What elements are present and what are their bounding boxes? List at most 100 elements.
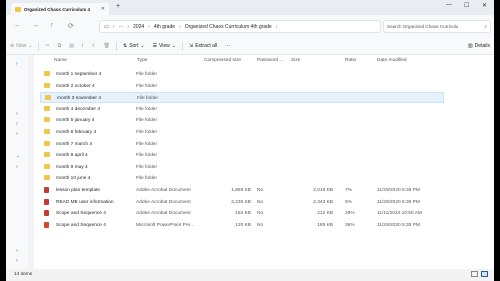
- file-compressed-size: 1,886 KB: [231, 188, 251, 193]
- cut-icon[interactable]: ✂: [41, 43, 53, 49]
- file-row[interactable]: month 4 december 4 File folder: [40, 104, 444, 115]
- chevron-right-icon[interactable]: ›: [16, 61, 18, 67]
- chevron-down-icon: ⌄: [140, 43, 145, 49]
- file-password: No: [257, 199, 264, 205]
- file-size: 212 KB: [317, 211, 333, 217]
- chevron-right-icon[interactable]: ›: [16, 248, 18, 254]
- file-password: No: [257, 222, 264, 228]
- address-row: ← → ↑ ⟳ ▭ › ··· › 2024 › 4th grade › Org…: [6, 15, 494, 38]
- file-name: month 10 june 4: [56, 176, 91, 182]
- column-header-ratio[interactable]: Ratio: [345, 58, 356, 68]
- file-date-modified: 11/29/2020 5:35 PM: [377, 222, 420, 228]
- tab-organized-chaos[interactable]: Organized Chaos Curriculum 4 ✕: [11, 3, 109, 15]
- sort-button[interactable]: ⇅ Sort ⌄: [119, 43, 149, 49]
- tab-title: Organized Chaos Curriculum 4: [24, 6, 91, 12]
- view-icon: ☰: [152, 43, 158, 49]
- file-row[interactable]: month 8 april 4 File folder: [40, 150, 444, 161]
- file-type: File folder: [136, 176, 158, 182]
- breadcrumb[interactable]: ▭ › ··· › 2024 › 4th grade › Organized C…: [99, 20, 381, 33]
- file-name: month 9 may 4: [56, 164, 88, 170]
- file-row[interactable]: READ ME user information Adobe Acrobat Do…: [40, 197, 444, 208]
- search-input[interactable]: Search Organized Chaos Curriculu ⌕: [383, 20, 491, 33]
- file-row[interactable]: Scope and Sequence 4 Adobe Acrobat Docume…: [40, 208, 444, 219]
- file-type: File folder: [136, 164, 158, 170]
- forward-button[interactable]: →: [32, 22, 39, 29]
- copy-icon[interactable]: ⧉: [54, 43, 66, 49]
- file-type: File folder: [136, 130, 158, 135]
- column-header-name[interactable]: Name: [54, 58, 67, 68]
- file-date-modified: 11/11/2024 10:50 AM: [377, 211, 422, 217]
- column-header-date-modified[interactable]: Date modified: [377, 58, 407, 68]
- breadcrumb-item-curriculum[interactable]: Organized Chaos Curriculum 4th grade: [185, 24, 272, 30]
- file-row[interactable]: month 3 november 4 File folder: [40, 92, 444, 104]
- file-password: No: [257, 188, 264, 193]
- file-name: month 4 december 4: [56, 106, 100, 112]
- file-type: File folder: [136, 83, 158, 89]
- minimize-button[interactable]: —: [446, 2, 452, 8]
- chevron-right-icon[interactable]: ›: [16, 164, 18, 170]
- new-tab-button[interactable]: +: [116, 3, 120, 10]
- rename-icon[interactable]: Ⅰ: [78, 43, 87, 49]
- tiles-view-button[interactable]: [481, 271, 488, 277]
- chevron-right-icon[interactable]: ›: [16, 258, 18, 264]
- chevron-right-icon[interactable]: ›: [16, 121, 18, 127]
- breadcrumb-item-2024[interactable]: 2024: [133, 24, 144, 30]
- chevron-down-icon[interactable]: ⌄: [16, 153, 20, 159]
- file-size: 185 KB: [317, 222, 333, 228]
- file-date-modified: 11/29/2020 6:36 PM: [377, 199, 420, 205]
- sort-label: Sort: [129, 43, 139, 49]
- folder-icon: [44, 163, 50, 169]
- column-header-password[interactable]: Password ...: [257, 58, 283, 68]
- item-count: 14 items: [14, 272, 33, 277]
- navigation-pane: › › › › ⌄ › › ›: [6, 55, 28, 269]
- details-view-button[interactable]: [471, 271, 478, 277]
- chevron-right-icon[interactable]: ›: [16, 131, 18, 137]
- details-pane-icon: ▥: [467, 43, 473, 49]
- refresh-button[interactable]: ⟳: [68, 22, 74, 30]
- file-row[interactable]: month 7 march 4 File folder: [40, 139, 444, 150]
- file-type: File folder: [136, 72, 158, 77]
- file-name: month 7 march 4: [56, 141, 92, 147]
- details-button[interactable]: ▥ Details: [464, 43, 494, 49]
- view-toggle: [471, 271, 488, 277]
- breadcrumb-separator: ›: [148, 23, 150, 30]
- file-type: File folder: [136, 106, 158, 112]
- file-row[interactable]: month 9 may 4 File folder: [40, 162, 444, 173]
- close-tab-icon[interactable]: ✕: [101, 6, 105, 12]
- chevron-right-icon[interactable]: ›: [16, 111, 18, 117]
- close-window-button[interactable]: ✕: [482, 2, 487, 9]
- file-row[interactable]: month 10 june 4 File folder: [40, 173, 444, 184]
- more-options-button[interactable]: ···: [221, 43, 234, 49]
- share-icon[interactable]: ⇪: [87, 43, 99, 49]
- file-row[interactable]: month 5 january 4 File folder: [40, 115, 444, 126]
- file-name: month 5 january 4: [56, 118, 95, 124]
- delete-icon[interactable]: 🗑: [100, 43, 114, 49]
- back-button[interactable]: ←: [14, 22, 21, 29]
- extract-all-button[interactable]: ⇲ Extract all: [185, 43, 221, 49]
- file-row[interactable]: lesson plan template Adobe Acrobat Docume…: [40, 185, 444, 196]
- maximize-button[interactable]: ☐: [464, 2, 469, 9]
- column-header-size[interactable]: Size: [291, 58, 300, 68]
- paste-icon[interactable]: ▤: [65, 43, 78, 49]
- file-row[interactable]: month 6 february 4 File folder: [40, 127, 444, 138]
- breadcrumb-separator: ›: [112, 23, 115, 30]
- search-placeholder: Search Organized Chaos Curriculu: [387, 24, 459, 29]
- new-button[interactable]: ⊕ New ⌄: [6, 43, 36, 49]
- file-name: lesson plan template: [56, 188, 100, 193]
- file-row[interactable]: Scope and Sequence 4 Microsoft PowerPoint…: [40, 220, 444, 231]
- view-button[interactable]: ☰ View ⌄: [149, 43, 180, 49]
- column-header-type[interactable]: Type: [137, 58, 147, 68]
- file-row[interactable]: month 1 september 4 File folder: [40, 69, 444, 80]
- file-size: 2,018 KB: [313, 188, 333, 193]
- file-row[interactable]: month 2 october 4 File folder: [40, 81, 444, 92]
- column-header-compressed-size[interactable]: Compressed size: [204, 58, 241, 68]
- breadcrumb-item-4th-grade[interactable]: 4th grade: [154, 24, 175, 30]
- file-name: month 2 october 4: [56, 83, 95, 89]
- breadcrumb-ellipsis[interactable]: ···: [118, 24, 123, 30]
- file-compressed-size: 2,236 KB: [231, 199, 251, 205]
- file-type: File folder: [136, 118, 158, 124]
- file-compressed-size: 152 KB: [235, 211, 251, 217]
- this-pc-icon: ▭: [104, 23, 109, 30]
- up-button[interactable]: ↑: [50, 22, 54, 29]
- powerpoint-icon: [44, 221, 49, 228]
